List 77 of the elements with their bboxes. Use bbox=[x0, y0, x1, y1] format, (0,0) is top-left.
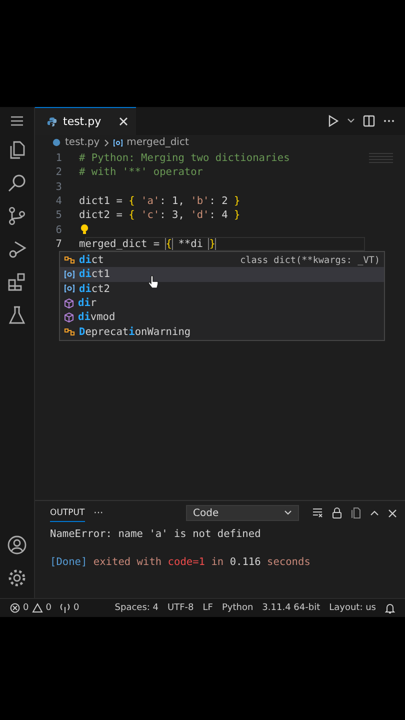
suggestion-detail: class dict(**kwargs: _VT) bbox=[240, 254, 380, 266]
variable-icon bbox=[64, 270, 75, 279]
lightbulb-icon[interactable] bbox=[80, 224, 89, 236]
suggestion-label: dir bbox=[78, 297, 98, 310]
suggestion-item[interactable]: dict class dict(**kwargs: _VT) bbox=[60, 253, 384, 268]
close-icon[interactable] bbox=[119, 117, 128, 126]
suggestion-label: dict1 bbox=[79, 268, 112, 280]
suggestion-item[interactable]: divmod bbox=[60, 310, 384, 324]
suggestion-label: DeprecationWarning bbox=[79, 326, 192, 338]
python-file-icon bbox=[47, 116, 57, 126]
suggestion-item[interactable]: dict1 bbox=[60, 267, 384, 282]
output-line: NameError: name 'a' is not defined bbox=[50, 528, 261, 540]
code-line: dict1 = { 'a': 1, 'b': 2 } bbox=[79, 195, 240, 208]
chevron-down-icon[interactable] bbox=[347, 118, 355, 124]
status-item[interactable]: 3.11.4 64-bit bbox=[262, 603, 320, 613]
class-icon bbox=[64, 255, 75, 266]
status-item[interactable]: LF bbox=[202, 603, 213, 613]
close-icon[interactable] bbox=[388, 508, 397, 518]
editor-tab[interactable]: test.py bbox=[35, 107, 136, 135]
extensions-icon[interactable] bbox=[7, 272, 27, 292]
run-icon[interactable] bbox=[328, 115, 339, 127]
search-icon[interactable] bbox=[7, 173, 27, 193]
run-debug-icon[interactable] bbox=[7, 239, 27, 259]
split-editor-icon[interactable] bbox=[363, 115, 375, 127]
problems-indicator[interactable]: 0 0 bbox=[10, 603, 52, 613]
code-line: # Python: Merging two dictionaries bbox=[79, 152, 290, 164]
breadcrumb-file[interactable]: test.py bbox=[65, 137, 100, 148]
suggestion-item[interactable]: dict2 bbox=[60, 282, 384, 296]
breadcrumb-symbol[interactable]: merged_dict bbox=[126, 137, 189, 148]
suggestion-label: divmod bbox=[78, 311, 116, 324]
hand-cursor-icon bbox=[148, 275, 159, 289]
suggestion-label: dict2 bbox=[79, 282, 112, 295]
code-line: merged_dict = { **di } bbox=[79, 238, 216, 250]
error-icon bbox=[10, 603, 20, 613]
cube-icon bbox=[64, 312, 74, 323]
line-number: 2 bbox=[54, 166, 62, 178]
tab-label: test.py bbox=[63, 115, 102, 128]
line-number: 3 bbox=[54, 180, 62, 193]
output-tab[interactable]: OUTPUT bbox=[50, 504, 85, 522]
line-number: 1 bbox=[54, 152, 62, 164]
status-item[interactable]: Python bbox=[222, 603, 254, 613]
status-item[interactable]: Layout: us bbox=[329, 603, 376, 613]
antenna-icon bbox=[60, 603, 70, 613]
variable-icon bbox=[112, 138, 123, 146]
chevron-right-icon bbox=[104, 138, 109, 146]
status-item[interactable]: UTF-8 bbox=[168, 603, 194, 613]
warning-icon bbox=[32, 603, 43, 613]
ports-indicator[interactable]: 0 bbox=[60, 603, 80, 613]
channel-dropdown[interactable]: Code bbox=[186, 505, 299, 521]
bell-icon[interactable] bbox=[385, 602, 395, 614]
source-control-icon[interactable] bbox=[7, 206, 27, 226]
more-icon[interactable] bbox=[383, 119, 395, 123]
lock-icon[interactable] bbox=[332, 507, 342, 519]
cube-icon bbox=[64, 298, 74, 309]
status-item[interactable]: Spaces: 4 bbox=[114, 603, 159, 613]
settings-icon[interactable] bbox=[7, 568, 27, 588]
account-icon[interactable] bbox=[7, 535, 27, 555]
flask-icon[interactable] bbox=[7, 305, 27, 325]
suggestion-item[interactable]: DeprecationWarning bbox=[60, 324, 384, 339]
suggestion-label: dict bbox=[79, 254, 105, 266]
line-number: 4 bbox=[54, 195, 62, 208]
suggestion-item[interactable]: dir bbox=[60, 296, 384, 310]
line-number: 7 bbox=[54, 238, 62, 250]
python-file-icon bbox=[52, 138, 61, 147]
menu-icon[interactable] bbox=[10, 115, 24, 127]
line-number: 5 bbox=[54, 209, 62, 222]
more-actions[interactable]: ··· bbox=[94, 508, 104, 518]
variable-icon bbox=[64, 284, 75, 294]
copy-icon[interactable] bbox=[351, 507, 361, 519]
chevron-up-icon[interactable] bbox=[370, 510, 379, 516]
class-icon bbox=[64, 326, 75, 337]
code-line: dict2 = { 'c': 3, 'd': 4 } bbox=[79, 209, 240, 222]
output-line: [Done] exited with code=1 in 0.116 seconds bbox=[50, 556, 310, 568]
code-line: # with '**' operator bbox=[79, 166, 203, 178]
chevron-down-icon bbox=[284, 510, 292, 516]
clear-output-icon[interactable] bbox=[312, 508, 323, 518]
line-number: 6 bbox=[54, 224, 62, 236]
